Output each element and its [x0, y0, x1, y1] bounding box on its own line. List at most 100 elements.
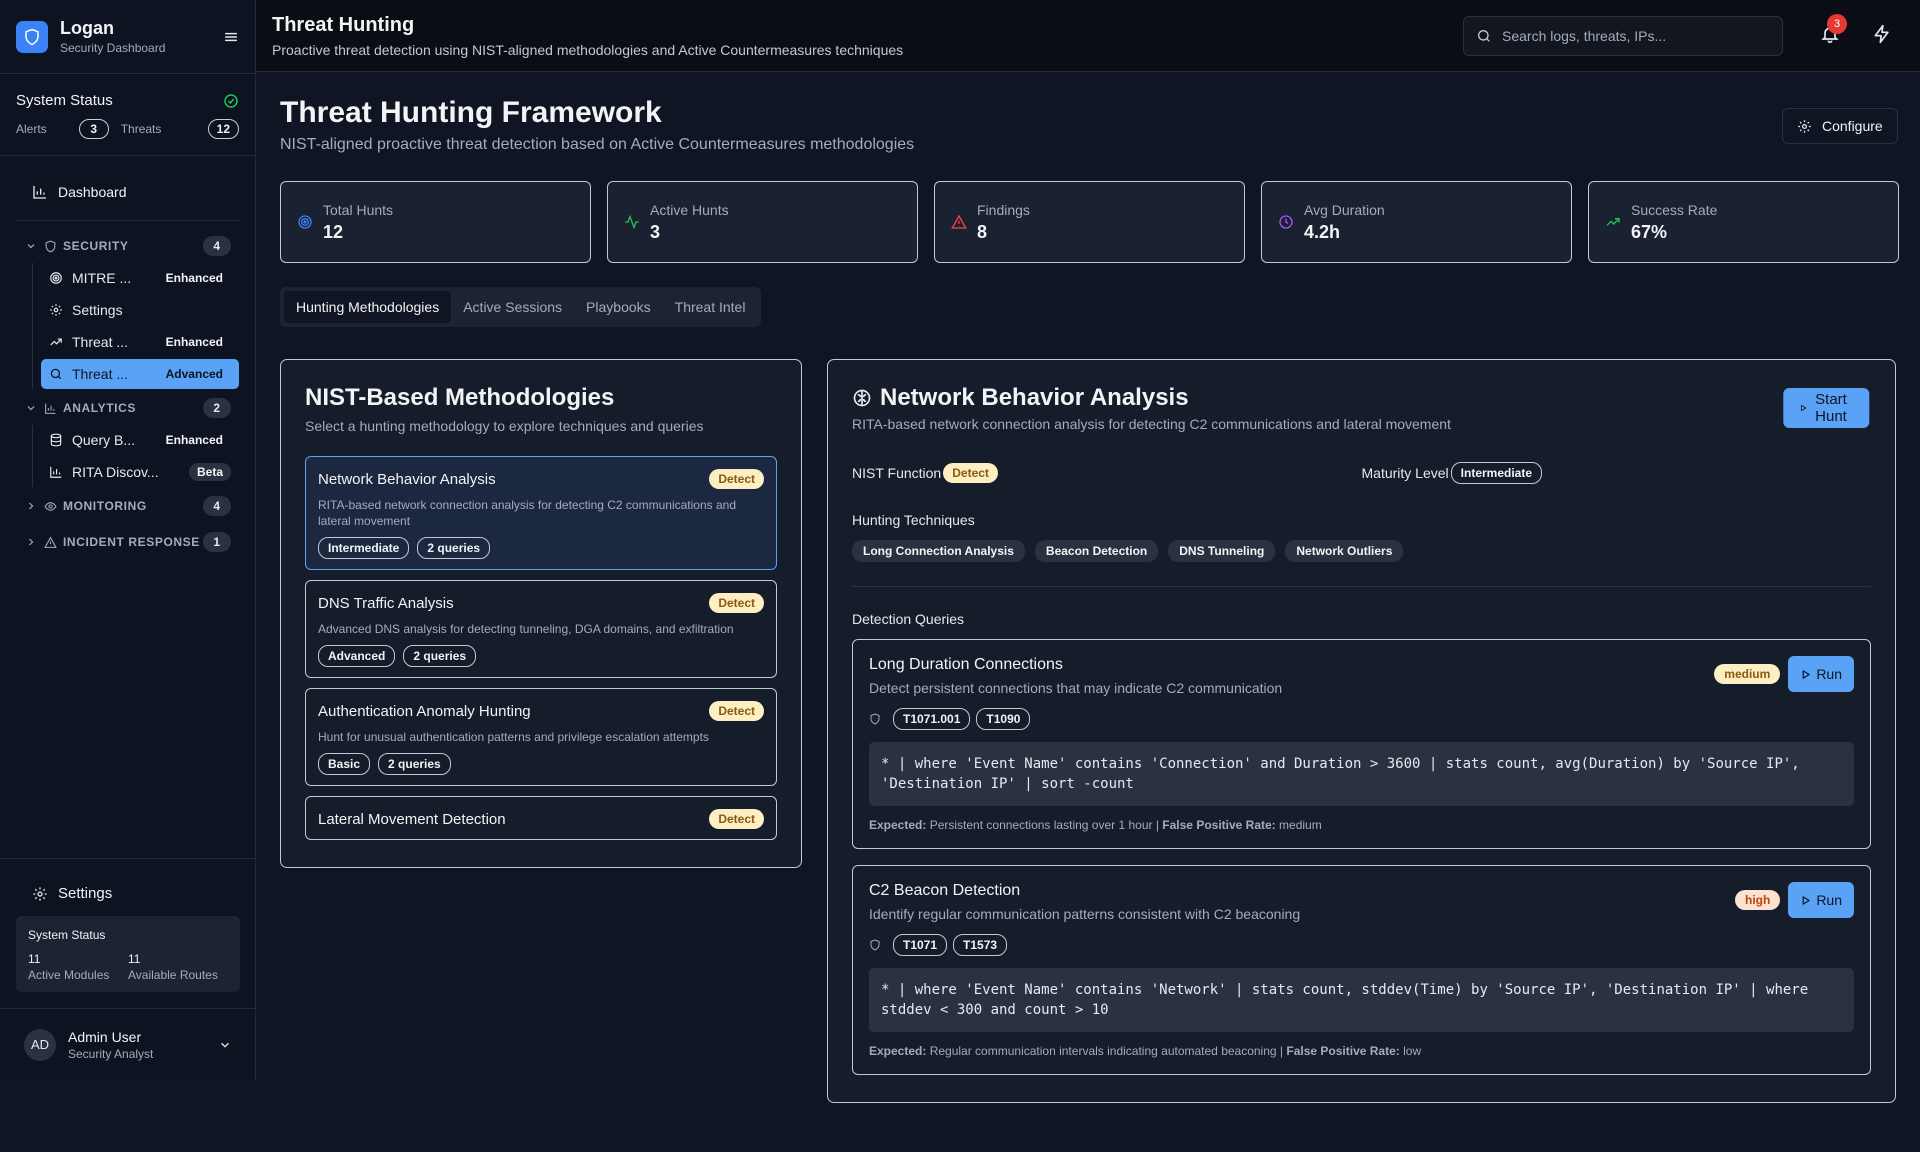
available-routes-value: 11: [128, 952, 141, 966]
nav-group-incident-response[interactable]: INCIDENT RESPONSE 1: [16, 529, 239, 555]
stat-value: 3: [650, 221, 661, 242]
clock-icon: [1279, 215, 1293, 229]
stat-card-avg-duration: Avg Duration 4.2h: [1261, 181, 1572, 263]
search-box[interactable]: [1463, 16, 1783, 56]
user-name: Admin User: [68, 1028, 142, 1045]
nist-function-label: NIST Function: [852, 465, 942, 481]
stat-value: 8: [977, 221, 988, 242]
sidebar-item-dashboard[interactable]: Dashboard: [16, 176, 239, 208]
sidebar-settings-button[interactable]: Settings: [16, 885, 240, 902]
technique-chip: Beacon Detection: [1034, 540, 1159, 562]
severity-badge: high: [1734, 890, 1781, 910]
user-menu[interactable]: AD Admin User Security Analyst: [0, 1008, 256, 1080]
query-code: * | where 'Event Name' contains 'Network…: [869, 968, 1854, 1032]
sidebar-item-query-builder[interactable]: Query B... Enhanced: [41, 425, 239, 455]
sidebar-item-mitre[interactable]: MITRE ... Enhanced: [41, 263, 239, 293]
stat-value: 67%: [1631, 221, 1668, 242]
sidebar-item-threat-intel[interactable]: Threat ... Enhanced: [41, 327, 239, 357]
tab-active-sessions[interactable]: Active Sessions: [451, 291, 574, 323]
configure-button[interactable]: Configure: [1782, 108, 1898, 144]
sidebar-item-label: Settings: [72, 302, 123, 318]
chevron-down-icon: [27, 406, 35, 411]
stat-card-findings: Findings 8: [934, 181, 1245, 263]
stat-label: Avg Duration: [1304, 201, 1385, 218]
tab-threat-intel[interactable]: Threat Intel: [663, 291, 758, 323]
play-icon: [1802, 895, 1811, 905]
tab-hunting-methodologies[interactable]: Hunting Methodologies: [284, 291, 452, 323]
sidebar-item-tag: Advanced: [165, 367, 223, 381]
methodology-name: DNS Traffic Analysis: [318, 594, 454, 612]
methodology-card[interactable]: DNS Traffic Analysis Detect Advanced DNS…: [305, 580, 777, 678]
run-query-button[interactable]: Run: [1788, 656, 1854, 692]
query-description: Detect persistent connections that may i…: [869, 680, 1283, 696]
run-label: Run: [1816, 892, 1842, 908]
stat-label: Active Hunts: [650, 201, 729, 218]
sidebar-item-settings[interactable]: Settings: [41, 295, 239, 325]
activity-icon: [625, 214, 639, 230]
sidebar-item-tag: Enhanced: [165, 335, 223, 349]
target-icon: [50, 272, 62, 284]
sidebar-item-label: Threat ...: [72, 334, 129, 350]
methodology-detail-panel: Network Behavior Analysis RITA-based net…: [827, 359, 1896, 1103]
maturity-badge: Advanced: [318, 645, 396, 667]
stat-value: 4.2h: [1304, 221, 1341, 242]
search-icon: [1478, 30, 1490, 42]
expected-label: Expected:: [869, 1044, 927, 1058]
methodology-card[interactable]: Lateral Movement Detection Detect: [305, 796, 777, 840]
methodologies-subtitle: Select a hunting methodology to explore …: [305, 418, 704, 434]
run-query-button[interactable]: Run: [1788, 882, 1854, 918]
techniques-list: Long Connection Analysis Beacon Detectio…: [852, 540, 1871, 562]
methodology-name: Network Behavior Analysis: [318, 470, 496, 488]
shield-logo-icon: [16, 20, 48, 53]
fp-value: medium: [1279, 818, 1322, 832]
maturity-label: Maturity Level: [1361, 465, 1449, 481]
page-title: Threat Hunting Framework: [280, 96, 662, 129]
search-icon: [50, 368, 62, 380]
gear-icon: [33, 886, 47, 901]
stat-card-active-hunts: Active Hunts 3: [607, 181, 918, 263]
maturity-badge: Basic: [318, 753, 371, 775]
nav-group-label: MONITORING: [63, 499, 147, 513]
sidebar-item-threat-hunting[interactable]: Threat ... Advanced: [41, 359, 239, 389]
nav-group-security[interactable]: SECURITY 4: [16, 233, 239, 259]
expected-value: Regular communication intervals indicati…: [929, 1044, 1277, 1058]
chevron-down-icon: [27, 244, 35, 249]
chevron-down-icon: [221, 1042, 229, 1048]
expected-label: Expected:: [869, 818, 927, 832]
eye-icon: [44, 501, 57, 511]
nav-group-label: INCIDENT RESPONSE: [63, 535, 200, 549]
system-status: System Status Alerts 3 Threats 12: [0, 74, 255, 156]
maturity-field: Maturity Level Intermediate: [1362, 462, 1872, 484]
nav-group-monitoring[interactable]: MONITORING 4: [16, 493, 239, 519]
query-count-badge: 2 queries: [378, 753, 451, 775]
search-input[interactable]: [1502, 28, 1772, 44]
settings-label: Settings: [58, 885, 113, 902]
sidebar-item-tag: Beta: [188, 463, 231, 481]
menu-icon[interactable]: [223, 29, 239, 45]
methodology-card[interactable]: Authentication Anomaly Hunting Detect Hu…: [305, 688, 777, 786]
technique-chip: DNS Tunneling: [1168, 540, 1276, 562]
tab-playbooks[interactable]: Playbooks: [574, 291, 663, 323]
query-footer: Expected: Persistent connections lasting…: [869, 818, 1322, 832]
tab-bar: Hunting Methodologies Active Sessions Pl…: [280, 287, 762, 327]
status-card-title: System Status: [28, 928, 106, 942]
bolt-icon[interactable]: [1872, 24, 1892, 44]
mitre-technique-badge: T1090: [976, 708, 1031, 730]
methodology-description: Advanced DNS analysis for detecting tunn…: [318, 622, 734, 636]
fp-value: low: [1403, 1044, 1422, 1058]
severity-badge: medium: [1714, 664, 1781, 684]
mitre-technique-badge: T1573: [953, 934, 1008, 956]
nist-function-field: NIST Function Detect: [852, 462, 1362, 484]
configure-label: Configure: [1822, 118, 1883, 134]
nav-group-analytics[interactable]: ANALYTICS 2: [16, 395, 239, 421]
trending-up-icon: [1606, 218, 1620, 226]
maturity-badge: Intermediate: [318, 537, 410, 559]
sidebar-item-rita-discovery[interactable]: RITA Discov... Beta: [41, 457, 239, 487]
header-subtitle: Proactive threat detection using NIST-al…: [272, 42, 904, 58]
nav-group-label: SECURITY: [63, 239, 129, 253]
start-hunt-button[interactable]: Start Hunt: [1783, 388, 1869, 428]
active-modules-value: 11: [28, 952, 41, 966]
methodology-card[interactable]: Network Behavior Analysis Detect RITA-ba…: [305, 456, 777, 570]
expected-value: Persistent connections lasting over 1 ho…: [929, 818, 1153, 832]
fp-label: False Positive Rate:: [1162, 818, 1276, 832]
